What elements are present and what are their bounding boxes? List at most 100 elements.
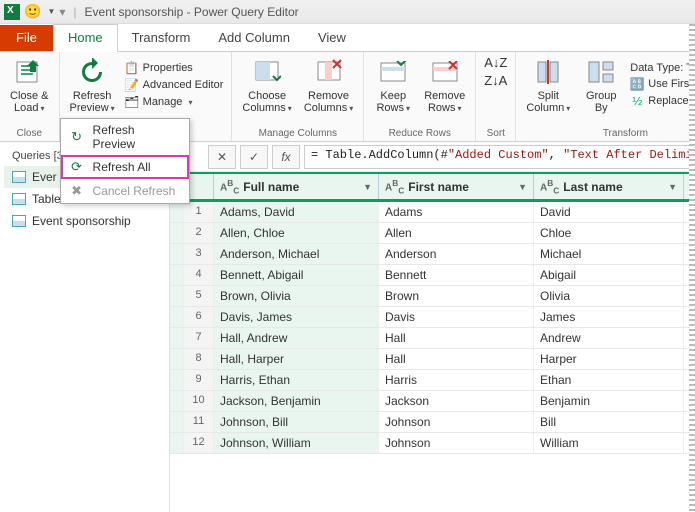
data-type-button[interactable]: Data Type: Text▾ <box>628 61 695 75</box>
tab-file[interactable]: File <box>0 25 53 51</box>
cell-last-name[interactable]: Chloe <box>534 223 684 243</box>
cell-last-name[interactable]: Olivia <box>534 286 684 306</box>
row-number: 10 <box>184 391 214 411</box>
cell-last-name[interactable]: William <box>534 433 684 453</box>
table-icon <box>12 215 26 227</box>
table-row[interactable]: 12 Johnson, William Johnson William <box>170 433 695 454</box>
cell-last-name[interactable]: Michael <box>534 244 684 264</box>
remove-rows-button[interactable]: Remove Rows▾ <box>420 54 469 116</box>
table-row[interactable]: 5 Brown, Olivia Brown Olivia <box>170 286 695 307</box>
row-number: 12 <box>184 433 214 453</box>
remove-columns-button[interactable]: Remove Columns▾ <box>300 54 357 116</box>
filter-icon[interactable]: ▼ <box>363 182 372 192</box>
close-load-button[interactable]: Close & Load▾ <box>6 54 53 116</box>
table-row[interactable]: 9 Harris, Ethan Harris Ethan <box>170 370 695 391</box>
cell-first-name[interactable]: Hall <box>379 349 534 369</box>
table-row[interactable]: 8 Hall, Harper Hall Harper <box>170 349 695 370</box>
cell-first-name[interactable]: Allen <box>379 223 534 243</box>
cell-last-name[interactable]: Andrew <box>534 328 684 348</box>
choose-columns-button[interactable]: Choose Columns▾ <box>238 54 295 116</box>
filter-icon[interactable]: ▼ <box>668 182 677 192</box>
tab-view[interactable]: View <box>304 25 360 51</box>
table-row[interactable]: 4 Bennett, Abigail Bennett Abigail <box>170 265 695 286</box>
row-number: 2 <box>184 223 214 243</box>
cell-first-name[interactable]: Anderson <box>379 244 534 264</box>
group-by-button[interactable]: Group By <box>578 54 624 116</box>
tab-home[interactable]: Home <box>53 24 118 52</box>
cell-full-name[interactable]: Bennett, Abigail <box>214 265 379 285</box>
table-row[interactable]: 2 Allen, Chloe Allen Chloe <box>170 223 695 244</box>
qat-dropdown-icon[interactable]: ▼ <box>47 7 55 16</box>
cell-last-name[interactable]: Benjamin <box>534 391 684 411</box>
cell-full-name[interactable]: Johnson, William <box>214 433 379 453</box>
row-number: 1 <box>184 202 214 222</box>
refresh-preview-item[interactable]: ↻Refresh Preview <box>61 119 189 155</box>
refresh-all-item[interactable]: ⟳Refresh All <box>61 155 189 179</box>
cell-full-name[interactable]: Allen, Chloe <box>214 223 379 243</box>
split-column-button[interactable]: Split Column▾ <box>522 54 574 116</box>
cell-first-name[interactable]: Jackson <box>379 391 534 411</box>
cell-full-name[interactable]: Johnson, Bill <box>214 412 379 432</box>
col-header-first-name[interactable]: ABCFirst name▼ <box>379 174 534 199</box>
reduce-rows-label: Reduce Rows <box>370 128 469 139</box>
fx-accept-button[interactable]: ✓ <box>240 145 268 169</box>
cell-last-name[interactable]: Abigail <box>534 265 684 285</box>
cell-first-name[interactable]: Bennett <box>379 265 534 285</box>
cell-full-name[interactable]: Adams, David <box>214 202 379 222</box>
advanced-editor-button[interactable]: 📝Advanced Editor <box>123 77 226 93</box>
cell-first-name[interactable]: Adams <box>379 202 534 222</box>
table-row[interactable]: 6 Davis, James Davis James <box>170 307 695 328</box>
cell-full-name[interactable]: Anderson, Michael <box>214 244 379 264</box>
table-row[interactable]: 1 Adams, David Adams David <box>170 202 695 223</box>
cell-last-name[interactable]: Harper <box>534 349 684 369</box>
text-type-icon: ABC <box>385 178 404 195</box>
titlebar: 🙂 ▼ ▾ | Event sponsorship - Power Query … <box>0 0 695 24</box>
first-row-headers-button[interactable]: 🔠Use First Row a <box>628 76 695 92</box>
cell-full-name[interactable]: Hall, Harper <box>214 349 379 369</box>
table-row[interactable]: 3 Anderson, Michael Anderson Michael <box>170 244 695 265</box>
manage-button[interactable]: 🗂Manage▾ <box>123 94 226 110</box>
main-area: ✕ ✓ fx = Table.AddColumn(#"Added Custom"… <box>170 142 695 512</box>
table-row[interactable]: 7 Hall, Andrew Hall Andrew <box>170 328 695 349</box>
keep-rows-button[interactable]: Keep Rows▾ <box>370 54 416 116</box>
formula-input[interactable]: = Table.AddColumn(#"Added Custom", "Text… <box>304 145 691 169</box>
cell-full-name[interactable]: Brown, Olivia <box>214 286 379 306</box>
replace-values-button[interactable]: ½Replace Values <box>628 93 695 109</box>
cell-first-name[interactable]: Johnson <box>379 412 534 432</box>
cancel-refresh-item[interactable]: ✖Cancel Refresh <box>61 179 189 203</box>
fx-button[interactable]: fx <box>272 145 300 169</box>
cell-full-name[interactable]: Jackson, Benjamin <box>214 391 379 411</box>
query-item-2[interactable]: Event sponsorship <box>4 210 169 232</box>
cell-first-name[interactable]: Harris <box>379 370 534 390</box>
table-icon <box>12 193 26 205</box>
cell-last-name[interactable]: David <box>534 202 684 222</box>
cell-last-name[interactable]: Bill <box>534 412 684 432</box>
fx-cancel-button[interactable]: ✕ <box>208 145 236 169</box>
cell-first-name[interactable]: Davis <box>379 307 534 327</box>
tab-transform[interactable]: Transform <box>118 25 205 51</box>
refresh-preview-button[interactable]: Refresh Preview▾ <box>66 54 119 116</box>
cell-last-name[interactable]: James <box>534 307 684 327</box>
row-number: 6 <box>184 307 214 327</box>
table-row[interactable]: 10 Jackson, Benjamin Jackson Benjamin <box>170 391 695 412</box>
table-row[interactable]: 11 Johnson, Bill Johnson Bill <box>170 412 695 433</box>
properties-button[interactable]: 📋Properties <box>123 60 226 76</box>
sort-desc-button[interactable]: Z↓A <box>482 72 509 89</box>
col-header-full-name[interactable]: ABCFull name▼ <box>214 174 379 199</box>
excel-icon <box>4 4 20 20</box>
filter-icon[interactable]: ▼ <box>518 182 527 192</box>
tab-add-column[interactable]: Add Column <box>204 25 304 51</box>
data-grid[interactable]: ⊞ ABCFull name▼ ABCFirst name▼ ABCLast n… <box>170 172 695 512</box>
cell-first-name[interactable]: Brown <box>379 286 534 306</box>
cell-first-name[interactable]: Johnson <box>379 433 534 453</box>
cell-first-name[interactable]: Hall <box>379 328 534 348</box>
cell-full-name[interactable]: Harris, Ethan <box>214 370 379 390</box>
text-type-icon: ABC <box>540 178 559 195</box>
cell-full-name[interactable]: Hall, Andrew <box>214 328 379 348</box>
cell-last-name[interactable]: Ethan <box>534 370 684 390</box>
manage-columns-label: Manage Columns <box>238 128 357 139</box>
cell-full-name[interactable]: Davis, James <box>214 307 379 327</box>
col-header-last-name[interactable]: ABCLast name▼ <box>534 174 684 199</box>
ribbon: Close & Load▾ Close Refresh Preview▾ 📋Pr… <box>0 52 695 142</box>
sort-asc-button[interactable]: A↓Z <box>482 54 509 71</box>
